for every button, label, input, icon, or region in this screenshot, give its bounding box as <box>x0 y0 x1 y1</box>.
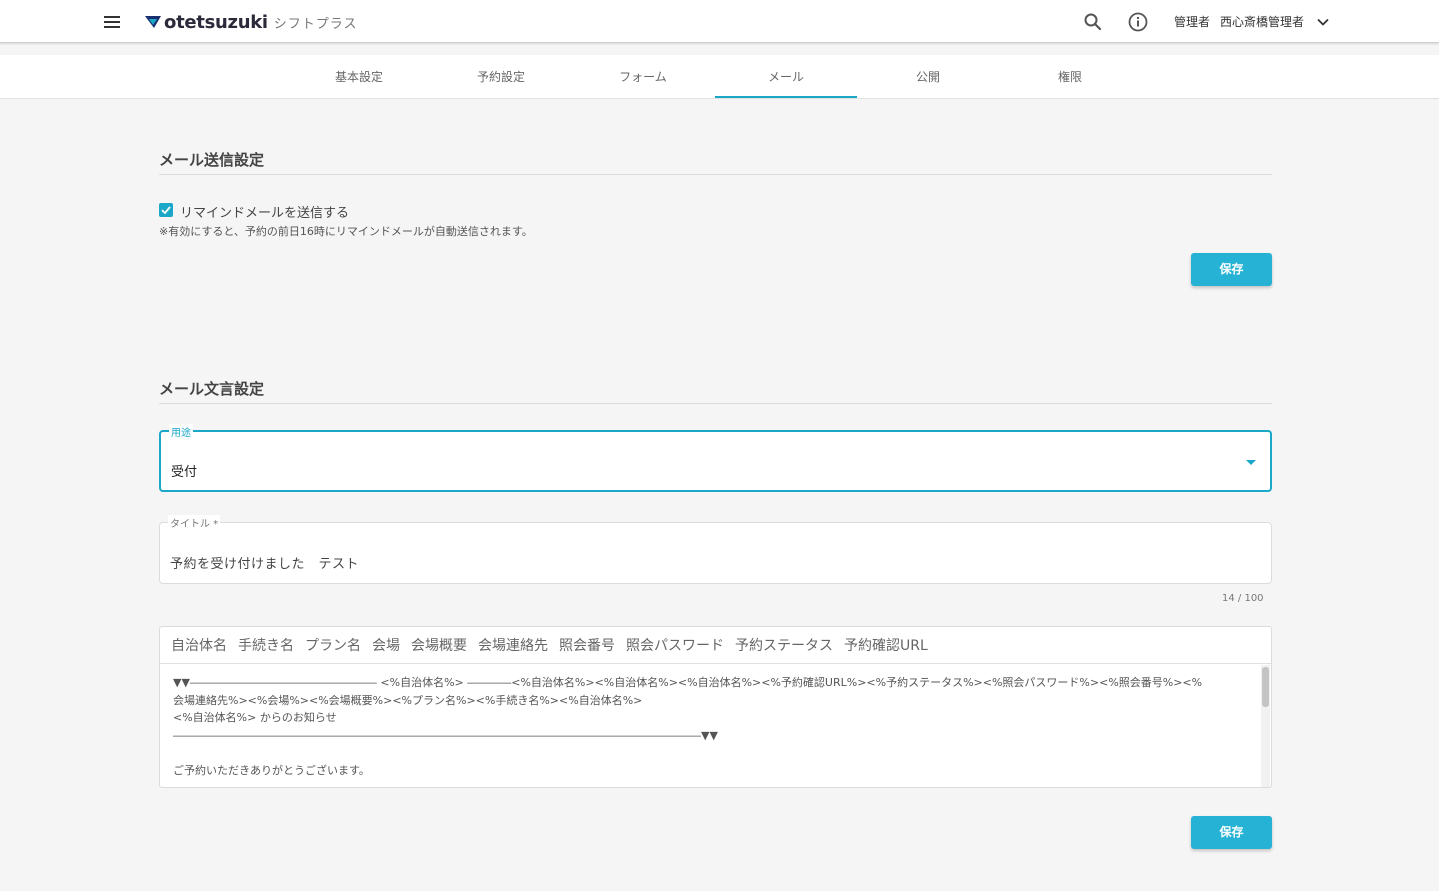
insert-variable-button[interactable]: 照会パスワード <box>626 635 724 655</box>
brand-name: otetsuzuki <box>164 11 268 33</box>
editor-scrollbar[interactable] <box>1261 665 1270 787</box>
scrollbar-thumb[interactable] <box>1262 667 1269 707</box>
tab-form[interactable]: フォーム <box>572 55 714 98</box>
mail-body-text[interactable]: ▼▼――――――――――――――――― <%自治体名%> ――――<%自治体名%… <box>173 674 1251 779</box>
send-settings-title: メール送信設定 <box>159 151 265 169</box>
body-line: ▼▼――――――――――――――――― <%自治体名%> ――――<%自治体名%… <box>173 676 1203 689</box>
insert-variable-button[interactable]: 会場概要 <box>411 635 467 655</box>
remind-mail-label[interactable]: リマインドメールを送信する <box>180 202 349 221</box>
use-select[interactable]: 用途 受付 <box>159 424 1272 492</box>
insert-variable-button[interactable]: 照会番号 <box>559 635 615 655</box>
insert-variable-bar: 自治体名 手続き名 プラン名 会場 会場概要 会場連絡先 照会番号 照会パスワー… <box>160 627 1271 664</box>
insert-variable-button[interactable]: プラン名 <box>305 635 361 655</box>
remind-mail-checkbox[interactable] <box>159 203 173 217</box>
brand-subtitle: シフトプラス <box>273 16 358 32</box>
insert-variable-button[interactable]: 手続き名 <box>238 635 294 655</box>
insert-variable-button[interactable]: 自治体名 <box>171 635 227 655</box>
body-line: <%自治体名%> からのお知らせ <box>173 711 337 724</box>
title-label: タイトル * <box>168 515 221 530</box>
app-header: otetsuzuki シフトプラス 管理者 西心斎橋管理者 <box>0 0 1439 43</box>
info-icon[interactable] <box>1127 11 1149 33</box>
user-name: 西心斎橋管理者 <box>1220 15 1305 29</box>
insert-variable-button[interactable]: 予約ステータス <box>735 635 833 655</box>
logo-mark-icon <box>145 16 161 28</box>
remind-mail-note: ※有効にすると、予約の前日16時にリマインドメールが自動送信されます。 <box>159 225 533 238</box>
save-send-settings-button[interactable]: 保存 <box>1191 253 1272 286</box>
divider <box>159 403 1272 404</box>
chevron-down-icon <box>1317 18 1329 26</box>
dropdown-caret-icon <box>1246 460 1256 465</box>
settings-tabs: 基本設定 予約設定 フォーム メール 公開 権限 <box>0 55 1439 99</box>
body-line: ――――――――――――――――――――――――――――――――――――――――… <box>173 728 718 742</box>
insert-variable-button[interactable]: 予約確認URL <box>844 635 928 655</box>
title-char-counter: 14 / 100 <box>1222 593 1264 604</box>
tab-publish[interactable]: 公開 <box>857 55 999 98</box>
text-settings-title: メール文言設定 <box>159 380 265 398</box>
use-label: 用途 <box>169 424 193 439</box>
tab-permissions[interactable]: 権限 <box>999 55 1141 98</box>
search-icon[interactable] <box>1082 11 1104 33</box>
insert-variable-button[interactable]: 会場 <box>372 635 400 655</box>
body-line: ご予約いただきありがとうございます。 <box>173 763 370 777</box>
menu-icon[interactable] <box>100 10 124 34</box>
brand-logo[interactable]: otetsuzuki シフトプラス <box>144 11 358 33</box>
save-text-settings-button[interactable]: 保存 <box>1191 816 1272 849</box>
tab-mail[interactable]: メール <box>715 55 857 98</box>
user-menu[interactable]: 管理者 西心斎橋管理者 <box>1174 13 1330 30</box>
use-value: 受付 <box>171 465 198 480</box>
body-line: 会場連絡先%><%会場%><%会場概要%><%プラン名%><%手続き名%><%自… <box>173 693 643 707</box>
title-input[interactable]: タイトル * 予約を受け付けました テスト <box>159 515 1272 584</box>
title-value[interactable]: 予約を受け付けました テスト <box>170 553 359 572</box>
tab-basic-settings[interactable]: 基本設定 <box>288 55 430 98</box>
body-line <box>173 744 1251 762</box>
insert-variable-button[interactable]: 会場連絡先 <box>478 635 548 655</box>
check-icon <box>161 206 171 215</box>
user-role: 管理者 <box>1174 15 1211 29</box>
divider <box>159 174 1272 175</box>
tab-reservation-settings[interactable]: 予約設定 <box>430 55 572 98</box>
mail-body-editor[interactable]: 自治体名 手続き名 プラン名 会場 会場概要 会場連絡先 照会番号 照会パスワー… <box>159 626 1272 788</box>
